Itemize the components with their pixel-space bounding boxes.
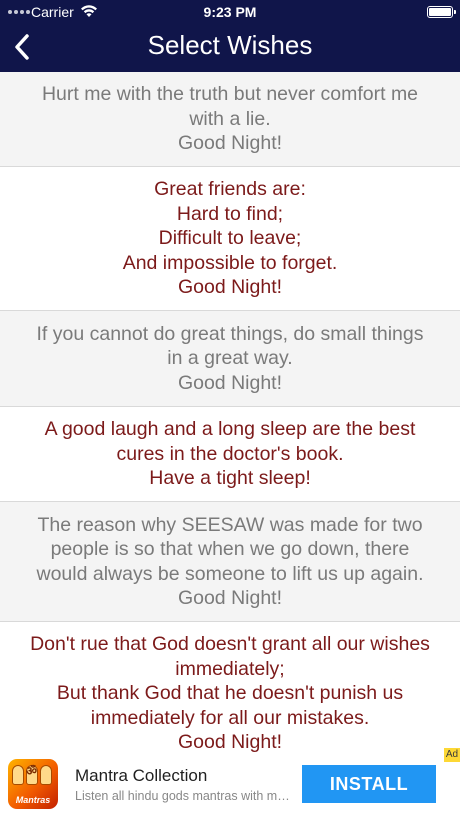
wish-text: A good laugh and a long sleep are the be… xyxy=(44,418,416,490)
wish-text: Hurt me with the truth but never comfort… xyxy=(41,83,419,155)
app-icon[interactable]: ॐ Mantras xyxy=(8,759,58,809)
ad-title[interactable]: Mantra Collection xyxy=(75,766,207,786)
wish-list[interactable]: Hurt me with the truth but never comfort… xyxy=(0,72,460,752)
status-time: 9:23 PM xyxy=(203,4,257,20)
wish-item[interactable]: If you cannot do great things, do small … xyxy=(0,311,460,407)
status-bar: Carrier 9:23 PM xyxy=(0,0,460,24)
navigation-header: Carrier 9:23 PM Select Wishes xyxy=(0,0,460,72)
ad-description: Listen all hindu gods mantras with meani… xyxy=(75,789,293,803)
wish-text: If you cannot do great things, do small … xyxy=(36,322,424,394)
app-icon-label: Mantras xyxy=(15,795,51,805)
wish-text: Don't rue that God doesn't grant all our… xyxy=(30,633,430,752)
wish-text: Great friends are: Hard to find; Difficu… xyxy=(122,178,338,299)
wish-item[interactable]: The reason why SEESAW was made for two p… xyxy=(0,502,460,622)
ad-banner[interactable]: ॐ Mantras Mantra Collection Listen all h… xyxy=(0,748,460,818)
wish-item[interactable]: Great friends are: Hard to find; Difficu… xyxy=(0,167,460,311)
page-title: Select Wishes xyxy=(147,30,313,60)
wish-item[interactable]: Don't rue that God doesn't grant all our… xyxy=(0,622,460,752)
ad-badge: Ad xyxy=(444,748,460,762)
battery-icon xyxy=(427,6,456,18)
wish-item[interactable]: A good laugh and a long sleep are the be… xyxy=(0,407,460,502)
wish-text: The reason why SEESAW was made for two p… xyxy=(36,513,424,610)
wish-item[interactable]: Hurt me with the truth but never comfort… xyxy=(0,72,460,167)
om-symbol-icon: ॐ xyxy=(26,764,37,778)
install-button[interactable]: INSTALL xyxy=(302,765,436,803)
